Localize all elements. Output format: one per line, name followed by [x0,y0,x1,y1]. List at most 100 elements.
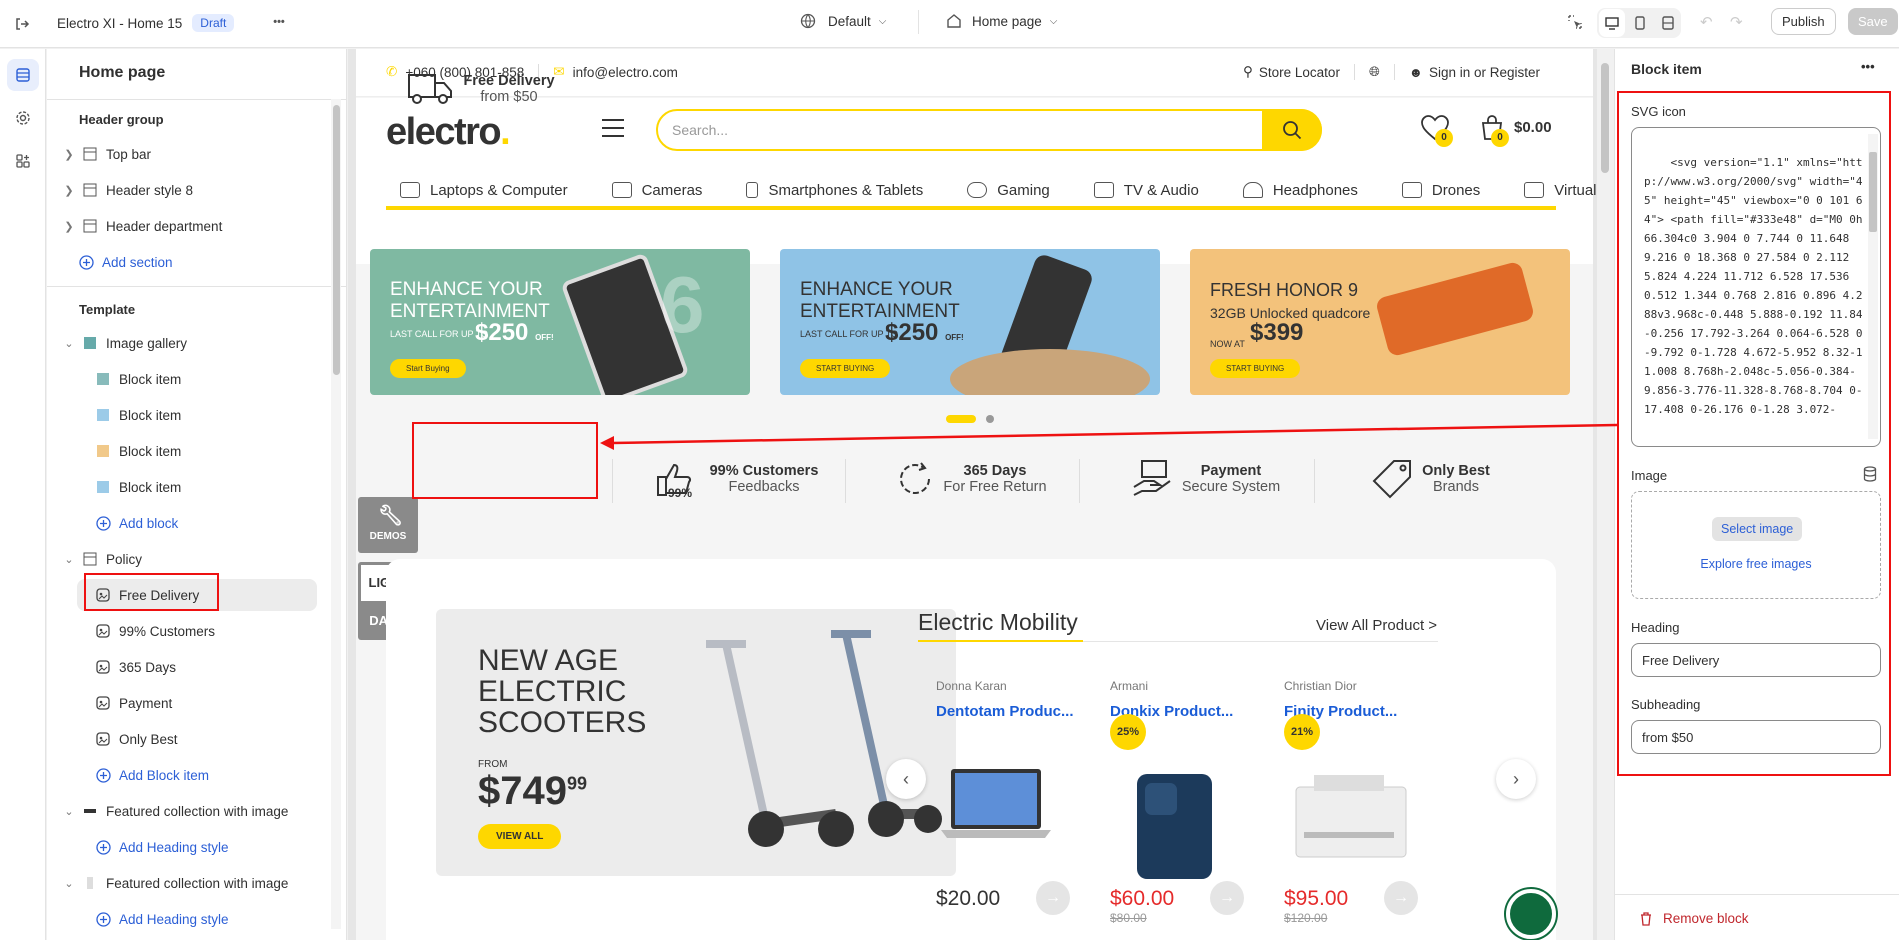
sidebar-item-block[interactable]: Block item [47,435,337,467]
arrow-right-icon: → [1219,889,1235,906]
email-address[interactable]: info@electro.com [573,65,678,80]
carousel-prev-button[interactable]: ‹ [886,759,926,799]
search-button[interactable] [1262,109,1322,151]
feature-customers[interactable]: 99% 99% Customers Feedbacks [646,439,826,519]
carousel-next-button[interactable]: › [1496,759,1536,799]
product-price: $95.00 [1284,887,1349,910]
settings-gear-icon[interactable] [7,102,39,134]
view-all-products-link[interactable]: View All Product > [1316,617,1437,634]
divider [47,99,346,100]
add-block-button[interactable]: Add block [47,507,337,539]
category-headphones[interactable]: Headphones [1229,182,1358,199]
category-gaming[interactable]: Gaming [953,182,1050,199]
redo-icon[interactable]: ↷ [1730,13,1743,31]
desktop-view-icon[interactable] [1599,9,1625,37]
demos-button[interactable]: 🔧︎ DEMOS [358,497,418,553]
promo-banner[interactable]: ENHANCE YOUR ENTERTAINMENT LAST CALL FOR … [370,249,750,395]
feature-title: Only Best [1422,463,1490,479]
store-search-box[interactable]: Search... [656,109,1322,151]
sidebar-item-header-style-8[interactable]: ❯ Header style 8 [47,174,337,206]
sidebar-item-top-bar[interactable]: ❯ Top bar [47,138,337,170]
truck-icon [408,74,453,104]
canvas-scrollbar[interactable] [1597,49,1613,940]
mobile-view-icon[interactable] [1627,9,1653,37]
sidebar-item-featured-collection[interactable]: ⌄ Featured collection with image [47,867,337,899]
globe-icon[interactable]: 🌐︎ [1369,64,1380,80]
database-icon[interactable] [1863,466,1877,485]
image-dropzone[interactable]: Select image Explore free images [1631,491,1881,599]
add-to-cart-button[interactable]: → [1384,881,1418,915]
sidebar-item-block[interactable]: Block item [47,399,337,431]
more-actions-button[interactable]: ••• [265,8,293,36]
sidebar-scroll-thumb[interactable] [333,105,340,375]
feature-only-best[interactable]: Only Best Brands [1356,439,1506,519]
sidebar-item-policy[interactable]: ⌄ Policy [47,543,337,575]
undo-icon[interactable]: ↶ [1700,13,1713,31]
carousel-dot[interactable] [986,415,994,423]
hamburger-menu-icon[interactable] [602,119,624,137]
carousel-dot-active[interactable] [946,415,976,423]
chevron-right-icon: ❯ [64,184,74,197]
product-card[interactable]: Donna Karan Dentotam Produc... $20.00 → [936,679,1086,915]
add-section-button[interactable]: Add section [47,246,337,278]
sign-in-link[interactable]: Sign in or Register [1429,65,1540,80]
add-block-item-button[interactable]: Add Block item [47,759,337,791]
banner-cta[interactable]: START BUYING [800,359,891,378]
heading-field[interactable] [1631,643,1881,677]
sections-icon[interactable] [7,59,39,91]
feature-365-days[interactable]: 365 Days For Free Return [886,439,1056,519]
cart-button[interactable]: 0 $0.00 [1480,115,1552,147]
page-selector[interactable]: Home page ⌵ [946,13,1057,29]
sidebar-item-block[interactable]: Block item [47,471,337,503]
printer-product-image [1295,775,1407,858]
save-button[interactable]: Save [1848,8,1898,35]
canvas-scroll-thumb[interactable] [1601,63,1609,173]
sidebar-item-header-department[interactable]: ❯ Header department [47,210,337,242]
sidebar-item-payment[interactable]: Payment [47,687,337,719]
add-heading-style-button[interactable]: Add Heading style [47,831,337,863]
svg-icon-label: SVG icon [1631,104,1686,119]
feature-free-delivery[interactable]: Free Delivery from $50 [406,49,556,129]
select-image-button[interactable]: Select image [1712,517,1803,541]
category-cameras[interactable]: Cameras [598,182,702,199]
textarea-scrollbar[interactable] [1868,134,1878,439]
sidebar-item-free-delivery[interactable]: Free Delivery [77,579,317,611]
promo-banner[interactable]: ENHANCE YOUR ENTERTAINMENT LAST CALL FOR … [780,249,1160,395]
product-name[interactable]: Dentotam Produc... [936,703,1086,720]
explore-free-images-link[interactable]: Explore free images [1632,557,1880,571]
banner-cta[interactable]: START BUYING [1210,359,1301,378]
remove-block-button[interactable]: Remove block [1639,911,1749,926]
promo-banner[interactable]: FRESH HONOR 9 32GB Unlocked quadcore NOW … [1190,249,1570,395]
sidebar-item-99-customers[interactable]: 99% Customers [47,615,337,647]
chat-widget-icon[interactable] [1506,889,1556,939]
category-smartphones[interactable]: Smartphones & Tablets [732,182,923,199]
locale-selector[interactable]: Default ⌵ [800,13,886,29]
category-drones[interactable]: Drones [1388,182,1480,199]
view-all-button[interactable]: VIEW ALL [478,824,562,849]
add-to-cart-button[interactable]: → [1036,881,1070,915]
category-laptops[interactable]: Laptops & Computer [386,182,568,199]
inspector-icon[interactable] [1561,8,1589,36]
search-input[interactable]: Search... [672,122,728,138]
wishlist-button[interactable]: 0 [1421,115,1453,147]
sidebar-item-image-gallery[interactable]: ⌄ Image gallery [47,327,337,359]
sidebar-item-block[interactable]: Block item [47,363,337,395]
fullscreen-view-icon[interactable] [1655,9,1681,37]
svg-icon-textarea[interactable]: <svg version="1.1" xmlns="http://www.w3.… [1631,127,1881,447]
sidebar-item-365-days[interactable]: 365 Days [47,651,337,683]
add-heading-style-button[interactable]: Add Heading style [47,903,337,935]
store-locator-link[interactable]: Store Locator [1259,65,1340,80]
more-options-button[interactable]: ••• [1861,59,1875,74]
sidebar-item-featured-collection[interactable]: ⌄ Featured collection with image [47,795,337,827]
scooter-banner[interactable]: NEW AGE ELECTRIC SCOOTERS FROM $74999 VI… [436,609,956,876]
exit-icon[interactable] [8,10,36,38]
add-to-cart-button[interactable]: → [1210,881,1244,915]
category-tv-audio[interactable]: TV & Audio [1080,182,1199,199]
apps-icon[interactable] [7,145,39,177]
sidebar-item-only-best[interactable]: Only Best [47,723,337,755]
feature-payment[interactable]: Payment Secure System [1121,439,1291,519]
publish-button[interactable]: Publish [1771,8,1836,35]
banner-cta[interactable]: Start Buying [390,359,466,378]
sidebar-item-label: Block item [119,479,182,495]
subheading-field[interactable] [1631,720,1881,754]
